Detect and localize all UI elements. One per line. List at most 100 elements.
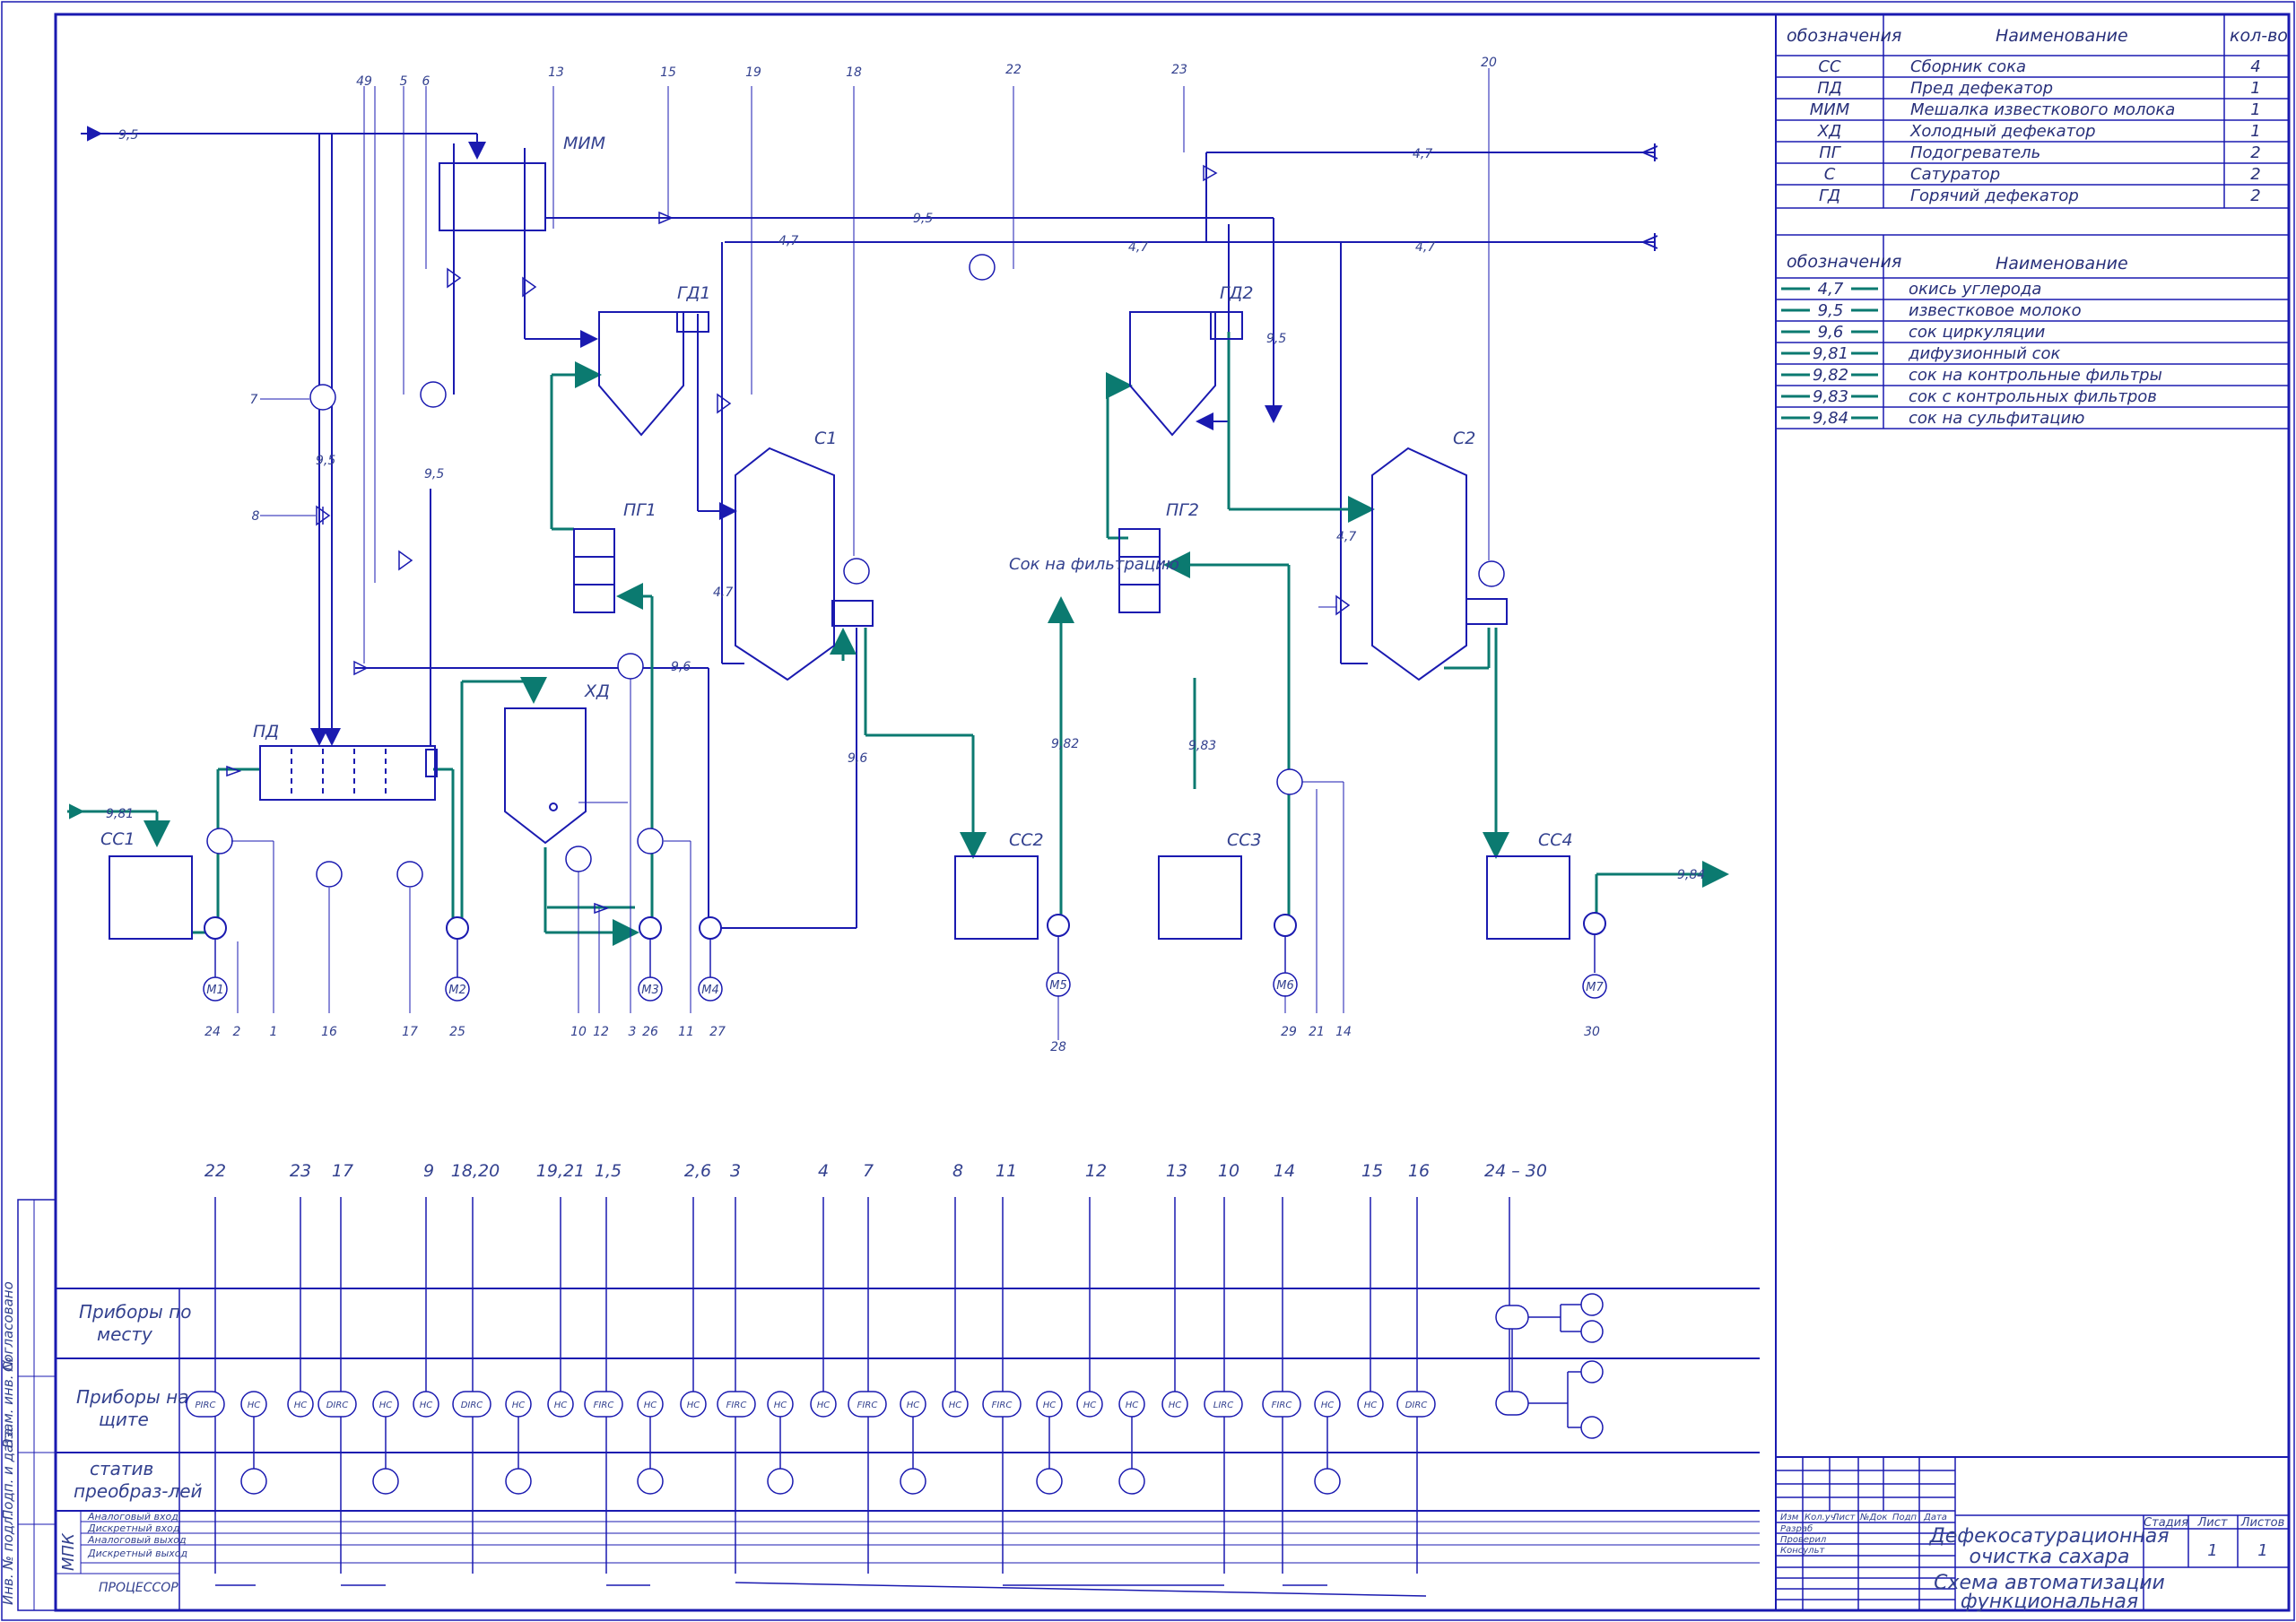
spec-header-qty: кол-во xyxy=(2230,26,2288,46)
bottom-number: 29 xyxy=(1281,1025,1297,1039)
row-panel-label: Приборы на xyxy=(76,1386,188,1408)
tap-number: 8 xyxy=(252,509,260,524)
motor-label: М6 xyxy=(1276,979,1294,993)
flow-9-5-right: 9,5 xyxy=(1266,332,1286,346)
flow-9-84: 9,84 xyxy=(1677,868,1705,882)
spec-qty: 4 xyxy=(2250,57,2260,76)
legend-code: 4,7 xyxy=(1818,280,1844,299)
bottom-number: 27 xyxy=(709,1025,726,1039)
label-cc4: СС4 xyxy=(1538,830,1573,850)
panel-tag: FIRC xyxy=(726,1401,747,1410)
label-gd1: ГД1 xyxy=(677,283,711,303)
bottom-number: 16 xyxy=(321,1025,337,1039)
cc3-tank xyxy=(1158,855,1242,940)
label-mim: МИМ xyxy=(563,134,605,153)
spec-qty: 1 xyxy=(2250,100,2260,119)
bottom-number: 2 xyxy=(233,1025,241,1039)
row-stand-label: статив xyxy=(90,1458,153,1479)
spec-qty: 2 xyxy=(2250,165,2260,184)
row-local-label: Приборы по xyxy=(79,1301,191,1323)
column-number: 12 xyxy=(1085,1161,1107,1181)
spec-name: Пред дефекатор xyxy=(1910,79,2053,98)
flow-arrows xyxy=(69,126,1658,820)
bottom-number: 10 xyxy=(570,1025,587,1039)
legend-code: 9,83 xyxy=(1813,387,1848,406)
bottom-number: 24 xyxy=(204,1025,221,1039)
panel-tag: HC xyxy=(554,1401,568,1410)
tap-number: 7 xyxy=(250,393,258,407)
legend-name: известковое молоко xyxy=(1909,301,2082,320)
tap-number: 13 xyxy=(548,65,564,80)
panel-tag: HC xyxy=(644,1401,657,1410)
panel-tag: HC xyxy=(1083,1401,1097,1410)
legend-header-code: обозначения xyxy=(1787,252,1901,272)
bottom-number: 12 xyxy=(593,1025,609,1039)
tap-number: 49 xyxy=(356,74,372,89)
spec-code: СС xyxy=(1818,57,1841,76)
column-number: 15 xyxy=(1361,1161,1383,1181)
spec-code: С xyxy=(1824,165,1836,184)
label-pd: ПД xyxy=(253,722,279,742)
label-s1: С1 xyxy=(814,429,837,448)
tb-row: Дата xyxy=(1923,1513,1947,1522)
column-number: 7 xyxy=(863,1161,874,1181)
panel-tag: HC xyxy=(379,1401,393,1410)
spec-code: ХД xyxy=(1817,122,1841,141)
label-cc2: СС2 xyxy=(1009,830,1044,850)
bottom-number: 14 xyxy=(1335,1025,1352,1039)
teal-pipelines xyxy=(67,332,1729,946)
spec-name: Подогреватель xyxy=(1910,143,2040,162)
label-gd2: ГД2 xyxy=(1220,283,1254,303)
tap-number: 22 xyxy=(1005,63,1022,77)
flow-9-6-a: 9,6 xyxy=(671,660,691,674)
tb-sheets-no: 1 xyxy=(2257,1541,2267,1560)
spec-code: МИМ xyxy=(1810,100,1850,119)
flow-4-7-s1: 4,7 xyxy=(713,585,733,600)
tb-subtitle: функциональная xyxy=(1961,1591,2138,1613)
panel-tag: FIRC xyxy=(992,1401,1013,1410)
tb-row: Кол.уч xyxy=(1805,1513,1836,1522)
spec-qty: 1 xyxy=(2250,122,2260,141)
panel-tag: HC xyxy=(1126,1401,1139,1410)
pg1-heater xyxy=(573,528,615,613)
spec-code: ПД xyxy=(1817,79,1842,98)
tb-row: №Док xyxy=(1859,1513,1887,1522)
spec-qty: 2 xyxy=(2250,186,2260,205)
mim-mixer xyxy=(439,162,546,231)
tb-sheets: Листов xyxy=(2240,1516,2285,1530)
column-number: 19,21 xyxy=(536,1161,585,1181)
stamp-inventory: Инв. № подл. xyxy=(0,1513,16,1605)
panel-tag: HC xyxy=(817,1401,831,1410)
tb-role: Консульт xyxy=(1780,1546,1825,1556)
tb-title: очистка сахара xyxy=(1970,1546,2130,1568)
label-cc1: СС1 xyxy=(100,829,135,849)
processor-label: ПРОЦЕССОР xyxy=(99,1581,178,1595)
motor-label: М7 xyxy=(1586,981,1604,994)
column-number: 9 xyxy=(423,1161,434,1181)
tap-number: 6 xyxy=(422,74,430,89)
flow-9-5-mid: 9,5 xyxy=(913,212,933,226)
label-hd: ХД xyxy=(584,681,610,701)
valves xyxy=(226,164,1351,915)
column-number: 8 xyxy=(952,1161,963,1181)
panel-tag: HC xyxy=(512,1401,526,1410)
panel-tag: HC xyxy=(907,1401,920,1410)
equipment xyxy=(109,143,1656,940)
tb-role: Разраб xyxy=(1780,1523,1813,1534)
panel-instruments xyxy=(186,1293,1604,1439)
column-number: 1,5 xyxy=(595,1161,622,1181)
panel-tag: FIRC xyxy=(1272,1401,1292,1410)
column-number: 22 xyxy=(204,1161,226,1181)
flow-9-81: 9,81 xyxy=(106,807,134,821)
panel-tag: PIRC xyxy=(196,1401,216,1410)
flow-4-7-right: 4,7 xyxy=(1415,240,1435,255)
column-number: 13 xyxy=(1166,1161,1187,1181)
flow-9-83: 9,83 xyxy=(1188,739,1216,753)
spec-code: ГД xyxy=(1819,186,1840,205)
legend-name: сок циркуляции xyxy=(1909,323,2046,342)
legend-code: 9,82 xyxy=(1813,366,1848,385)
legend-name: сок с контрольных фильтров xyxy=(1909,387,2157,406)
bottom-number: 11 xyxy=(678,1025,694,1039)
panel-tag: DIRC xyxy=(461,1401,483,1410)
flow-4-7-s2: 4,7 xyxy=(1336,530,1356,544)
